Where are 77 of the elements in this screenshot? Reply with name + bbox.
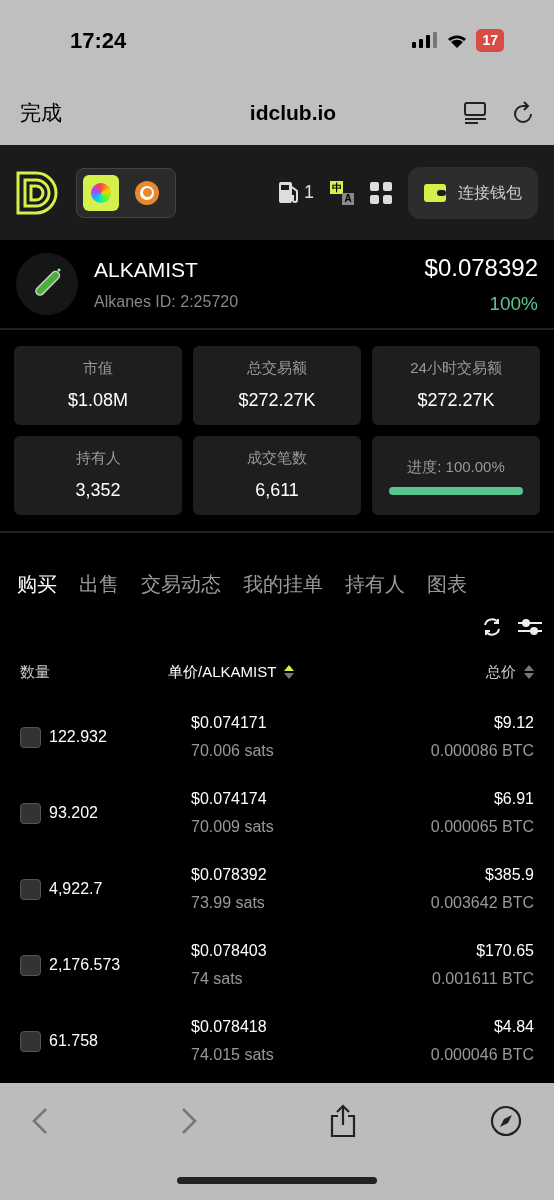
- amount-cell-text: 4,922.7: [49, 879, 103, 899]
- unit-price-sats: 73.99 sats: [191, 893, 266, 913]
- row-checkbox[interactable]: [20, 954, 41, 976]
- unit-price: $0.074171: [191, 713, 268, 733]
- stat-value: $272.27K: [238, 389, 316, 413]
- chain-switcher[interactable]: [76, 167, 176, 218]
- amount-cell-text: 122.932: [49, 727, 107, 747]
- total-price-btc: 0.003642 BTC: [430, 893, 534, 913]
- price-change: 100%: [489, 291, 538, 316]
- stat-value: $1.08M: [67, 389, 128, 413]
- row-checkbox[interactable]: [20, 802, 41, 824]
- logo-icon[interactable]: [16, 170, 60, 215]
- signal-icon: [412, 32, 439, 48]
- total-price-btc: 0.000065 BTC: [430, 817, 534, 837]
- stat-value: 6,611: [255, 479, 299, 503]
- reader-icon[interactable]: [464, 101, 488, 124]
- tab[interactable]: 图表: [427, 569, 467, 599]
- status-time: 17:24: [70, 26, 127, 55]
- sort-icon[interactable]: [284, 665, 295, 679]
- gas-count: 1: [304, 181, 314, 204]
- row-checkbox[interactable]: [20, 878, 41, 900]
- total-price-btc: 0.000086 BTC: [430, 741, 534, 761]
- token-price: $0.078392: [424, 252, 538, 283]
- column-header: 总价: [486, 661, 516, 682]
- row-checkbox[interactable]: [20, 1030, 41, 1052]
- tab[interactable]: 我的挂单: [243, 569, 323, 599]
- wifi-icon: [446, 32, 469, 48]
- unit-price-sats: 74.015 sats: [191, 1045, 275, 1065]
- unit-price-sats: 70.006 sats: [191, 741, 275, 761]
- stat-label: 24小时交易额: [410, 357, 502, 378]
- stat-value: 3,352: [75, 479, 121, 503]
- unit-price: $0.074174: [191, 789, 268, 809]
- tab[interactable]: 出售: [79, 569, 119, 599]
- column-header: 数量: [20, 661, 50, 682]
- filter-icon[interactable]: [518, 617, 542, 637]
- total-price: $4.84: [493, 1017, 534, 1037]
- total-price: $170.65: [476, 941, 534, 961]
- reload-icon[interactable]: [512, 100, 534, 125]
- stat-label: 市值: [83, 357, 113, 378]
- done-button[interactable]: 完成: [20, 96, 62, 129]
- progress-label: 进度: 100.00%: [407, 457, 505, 478]
- share-icon[interactable]: [329, 1104, 358, 1138]
- refresh-icon[interactable]: [482, 617, 502, 637]
- amount-cell-text: 93.202: [49, 803, 98, 823]
- total-price: $9.12: [493, 713, 534, 733]
- wallet-icon: [424, 183, 446, 202]
- total-price-btc: 0.001611 BTC: [432, 969, 534, 989]
- apps-grid-icon[interactable]: [370, 181, 392, 204]
- row-checkbox[interactable]: [20, 726, 41, 748]
- column-header: 单价/ALKAMIST: [168, 661, 277, 682]
- battery-level: 17: [476, 28, 504, 52]
- unit-price: $0.078403: [191, 941, 268, 961]
- stat-label: 总交易额: [247, 357, 307, 378]
- language-button[interactable]: 中 A: [330, 180, 354, 205]
- tab[interactable]: 购买: [17, 569, 57, 599]
- stat-label: 成交笔数: [247, 447, 307, 468]
- compass-icon[interactable]: [489, 1105, 522, 1137]
- token-name: ALKAMIST: [94, 257, 199, 284]
- tab[interactable]: 交易动态: [141, 569, 221, 599]
- unit-price-sats: 70.009 sats: [191, 817, 275, 837]
- unit-price: $0.078392: [191, 865, 268, 885]
- unit-price: $0.078418: [191, 1017, 268, 1037]
- token-id: Alkanes ID: 2:25720: [94, 291, 240, 312]
- bitcoin-chain-icon[interactable]: [135, 180, 159, 205]
- gas-pump-icon: [278, 180, 300, 205]
- total-price: $385.9: [485, 865, 534, 885]
- total-price: $6.91: [493, 789, 534, 809]
- url-title: idclub.io: [249, 99, 337, 126]
- tab[interactable]: 持有人: [345, 569, 405, 599]
- chain-logo-icon[interactable]: [83, 174, 119, 211]
- amount-cell-text: 2,176.573: [49, 955, 121, 975]
- connect-wallet-button[interactable]: 连接钱包: [408, 166, 538, 219]
- stat-label: 持有人: [75, 447, 121, 468]
- amount-cell-text: 61.758: [49, 1031, 98, 1051]
- stat-value: $272.27K: [417, 389, 495, 413]
- unit-price-sats: 74 sats: [191, 969, 244, 989]
- total-price-btc: 0.000046 BTC: [430, 1045, 534, 1065]
